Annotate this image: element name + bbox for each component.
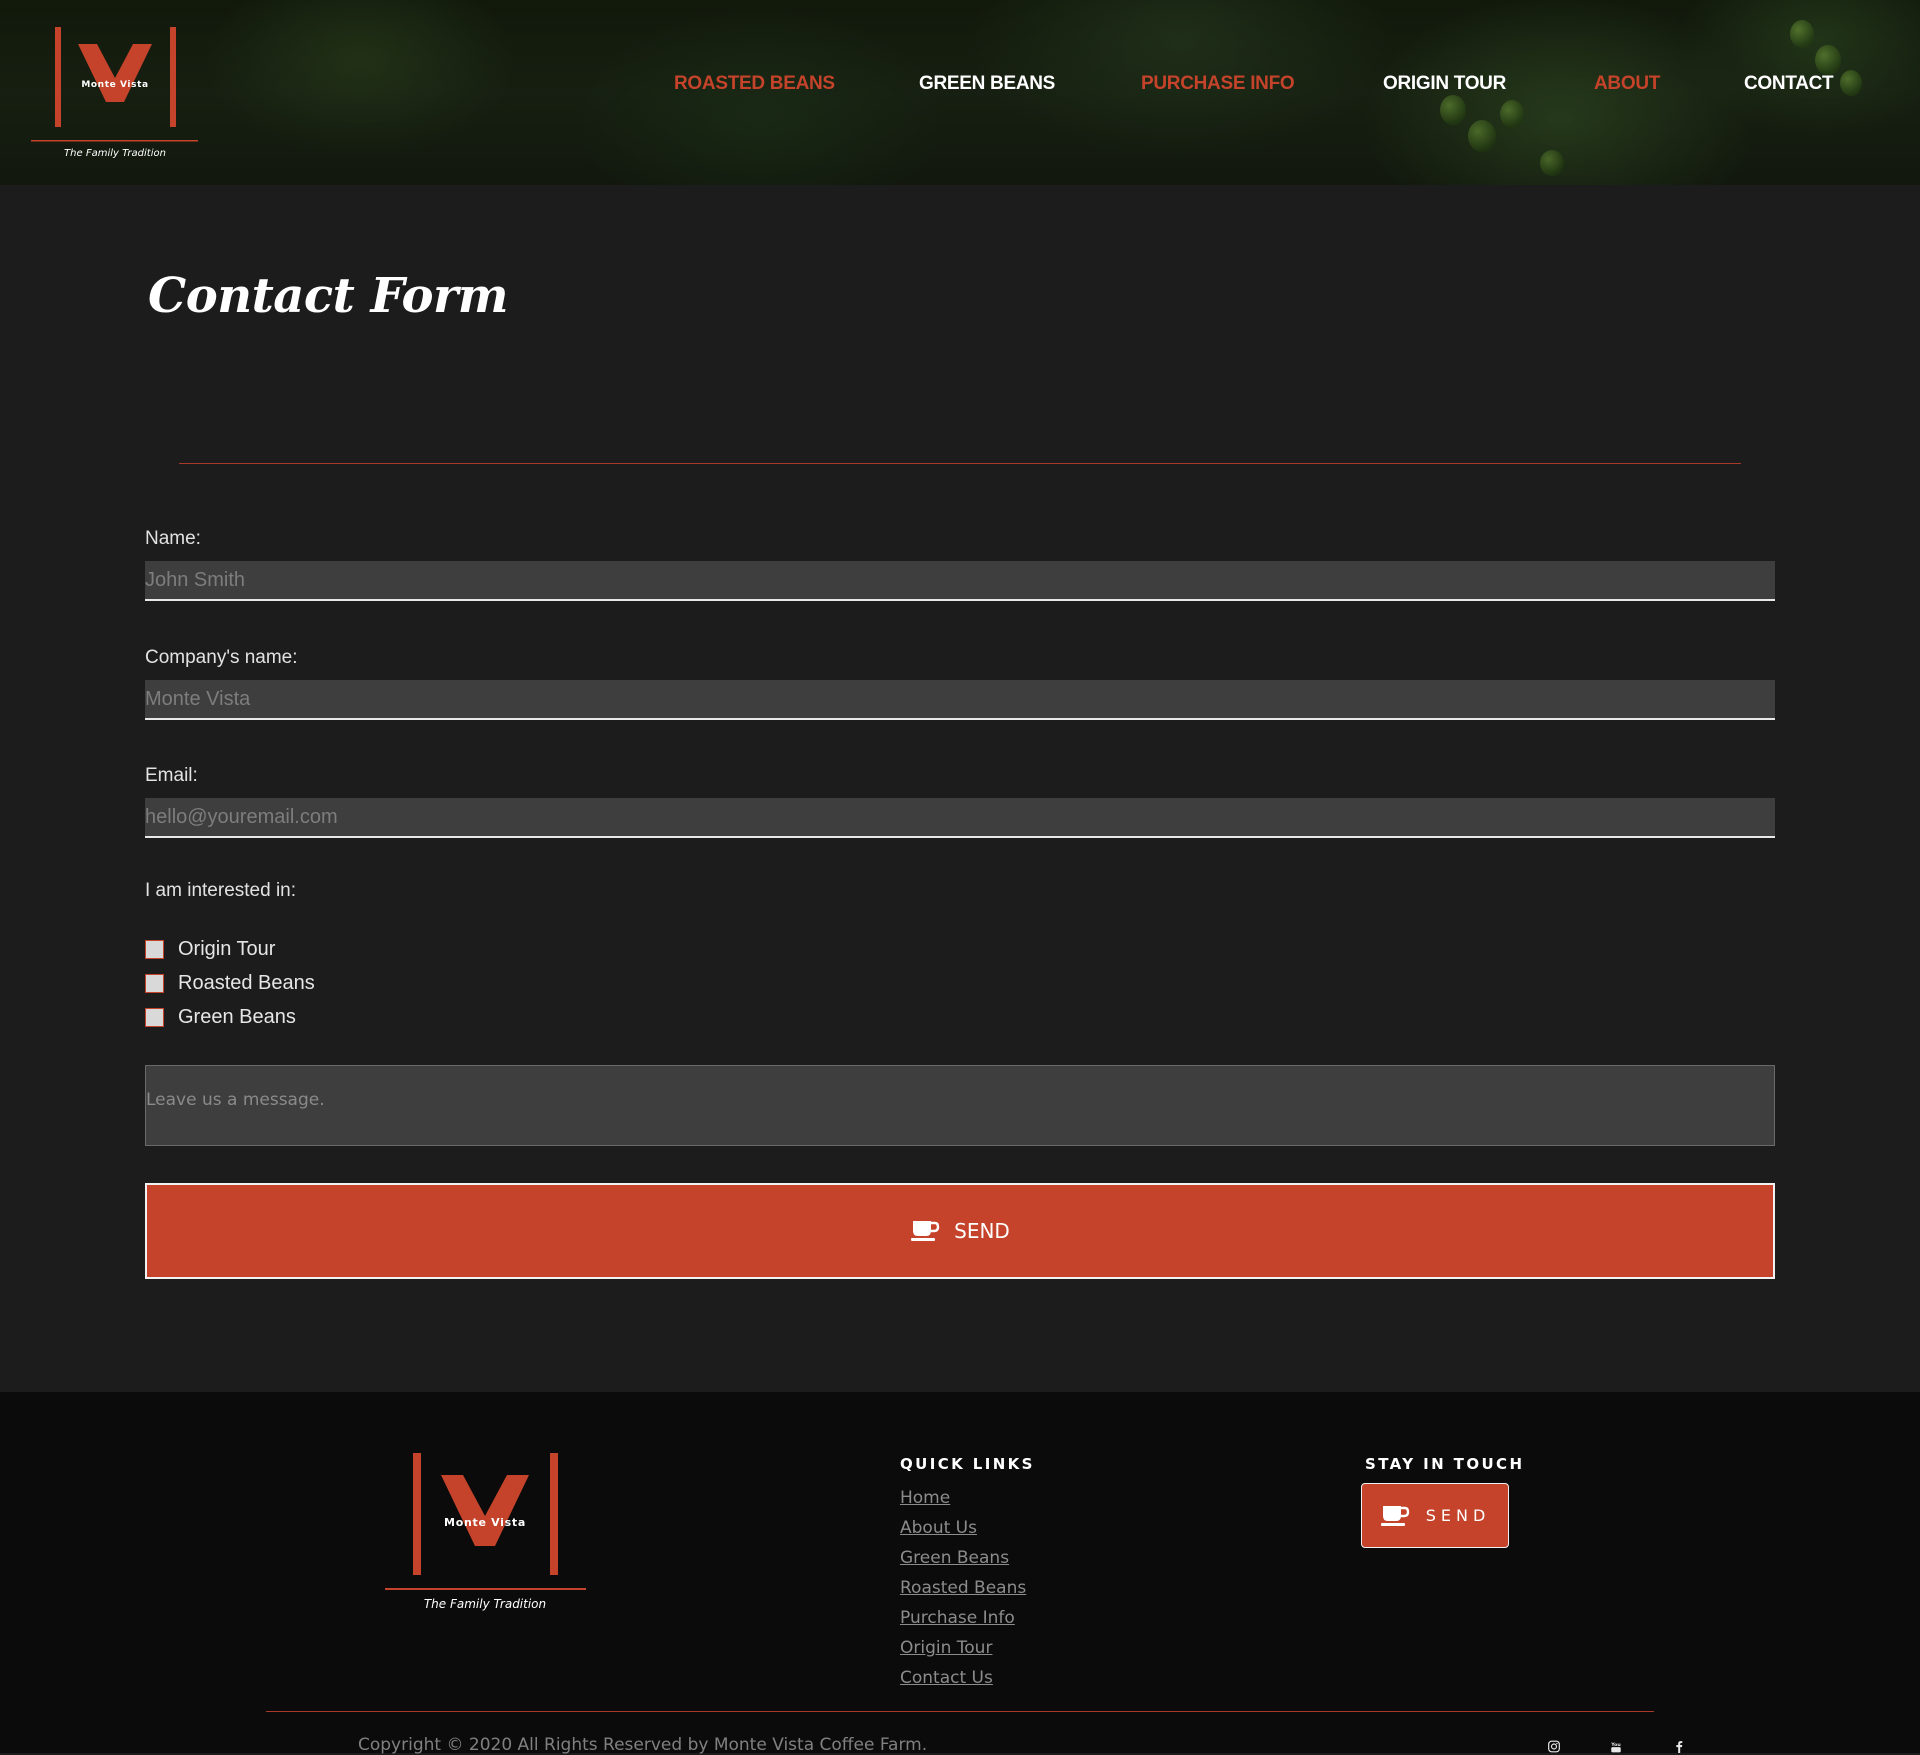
email-label: Email: <box>145 765 198 786</box>
send-button-label: SEND <box>954 1219 1010 1243</box>
interest-label: I am interested in: <box>145 880 297 901</box>
company-label: Company's name: <box>145 647 298 668</box>
checkbox[interactable] <box>145 939 164 959</box>
footer-send-label: SEND <box>1425 1506 1491 1525</box>
nav-roasted-beans[interactable]: ROASTED BEANS <box>674 73 835 95</box>
interest-option-roasted-beans[interactable]: Roasted Beans <box>145 970 315 996</box>
checkbox-label: Green Beans <box>178 1005 296 1028</box>
footer-logo-name-text: Monte Vista <box>444 1516 526 1529</box>
nav-contact[interactable]: CONTACT <box>1744 73 1834 95</box>
footer-link-origin-tour[interactable]: Origin Tour <box>900 1634 1026 1664</box>
footer-link-contact-us[interactable]: Contact Us <box>900 1664 1026 1694</box>
checkbox-label: Origin Tour <box>178 937 276 960</box>
nav-green-beans[interactable]: GREEN BEANS <box>919 73 1055 95</box>
footer-send-button[interactable]: SEND <box>1361 1483 1509 1548</box>
coffee-cup-icon <box>911 1221 940 1241</box>
nav-origin-tour[interactable]: ORIGIN TOUR <box>1383 73 1506 95</box>
footer-link-green-beans[interactable]: Green Beans <box>900 1544 1026 1574</box>
interest-option-origin-tour[interactable]: Origin Tour <box>145 936 275 962</box>
send-button[interactable]: SEND <box>145 1183 1775 1279</box>
footer-link-roasted-beans[interactable]: Roasted Beans <box>900 1574 1026 1604</box>
quick-links-heading: QUICK LINKS <box>900 1455 1035 1473</box>
footer-link-home[interactable]: Home <box>900 1484 1026 1514</box>
name-label: Name: <box>145 528 201 549</box>
checkbox-label: Roasted Beans <box>178 971 315 994</box>
page-title: Contact Form <box>148 268 509 324</box>
footer-link-about-us[interactable]: About Us <box>900 1514 1026 1544</box>
checkbox[interactable] <box>145 973 164 993</box>
message-textarea[interactable] <box>145 1065 1775 1146</box>
company-input[interactable] <box>145 680 1775 720</box>
copyright-text: Copyright © 2020 All Rights Reserved by … <box>358 1735 928 1755</box>
quick-links-list: Home About Us Green Beans Roasted Beans … <box>900 1484 1026 1694</box>
svg-text:You: You <box>1610 1742 1621 1748</box>
footer-logo[interactable]: Monte Vista The Family Tradition <box>383 1448 588 1613</box>
name-input[interactable] <box>145 561 1775 601</box>
instagram-icon[interactable] <box>1543 1740 1565 1753</box>
site-header: Monte Vista The Family Tradition ROASTED… <box>0 0 1920 185</box>
interest-option-green-beans[interactable]: Green Beans <box>145 1004 296 1030</box>
footer-divider <box>266 1711 1654 1712</box>
stay-in-touch-heading: STAY IN TOUCH <box>1365 1455 1525 1473</box>
section-divider <box>179 463 1741 464</box>
nav-about[interactable]: ABOUT <box>1594 73 1660 95</box>
footer-logo-tagline-text: The Family Tradition <box>424 1597 546 1611</box>
main-nav: ROASTED BEANS GREEN BEANS PURCHASE INFO … <box>0 73 1920 103</box>
email-input[interactable] <box>145 798 1775 838</box>
logo-tagline-text: The Family Tradition <box>64 148 166 159</box>
youtube-icon[interactable]: You <box>1605 1740 1627 1753</box>
nav-purchase-info[interactable]: PURCHASE INFO <box>1141 73 1295 95</box>
checkbox[interactable] <box>145 1007 164 1027</box>
footer-link-purchase-info[interactable]: Purchase Info <box>900 1604 1026 1634</box>
facebook-icon[interactable] <box>1668 1740 1690 1753</box>
coffee-cup-icon <box>1380 1505 1409 1526</box>
